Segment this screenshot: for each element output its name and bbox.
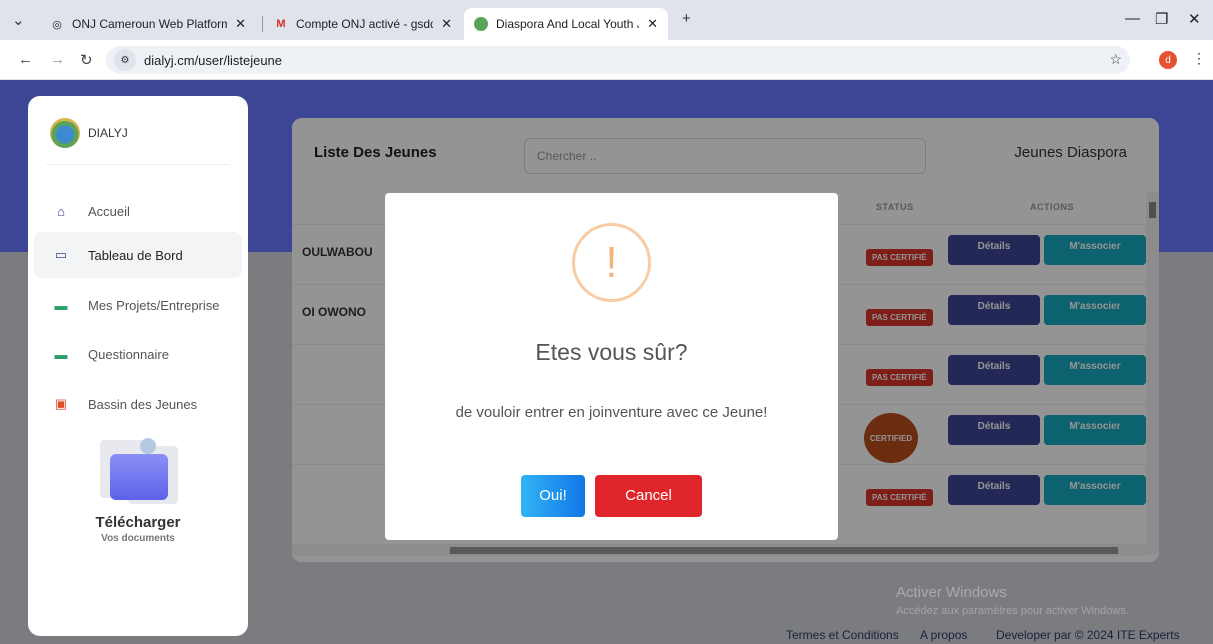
tab-title: ONJ Cameroun Web Platform	[72, 17, 228, 31]
sidebar-item-bassin[interactable]: ▣ Bassin des Jeunes	[34, 381, 242, 427]
monitor-icon: ▭	[54, 247, 68, 262]
footer-link-about[interactable]: A propos	[920, 628, 967, 642]
sidebar-item-label: Mes Projets/Entreprise	[88, 297, 220, 313]
site-icon	[474, 17, 488, 31]
url-field[interactable]: ⚙ dialyj.cm/user/listejeune ☆	[106, 46, 1130, 74]
calendar-icon: ▣	[54, 396, 68, 411]
tab-strip: ⌄ ◎ ONJ Cameroun Web Platform ✕ M Compte…	[0, 0, 1213, 40]
dialog-text: de vouloir entrer en joinventure avec ce…	[455, 404, 768, 421]
sidebar-item-tableau-de-bord[interactable]: ▭ Tableau de Bord	[34, 232, 242, 278]
site-settings-icon[interactable]: ⚙	[114, 49, 136, 71]
close-icon[interactable]: ✕	[441, 16, 452, 32]
sidebar-item-label: Accueil	[88, 203, 130, 219]
sidebar-item-label: Tableau de Bord	[88, 247, 183, 263]
divider	[46, 164, 230, 165]
bookmark-star-icon[interactable]: ☆	[1109, 51, 1122, 68]
sidebar: DIALYJ ⌂ Accueil ▭ Tableau de Bord ▬ Mes…	[28, 96, 248, 636]
upload-documents[interactable]: Télécharger Vos documents	[28, 436, 248, 544]
tab-separator	[262, 16, 263, 32]
tab-title: Diaspora And Local Youth Joint	[496, 17, 639, 31]
back-icon[interactable]: ←	[18, 51, 33, 68]
forward-icon[interactable]: →	[50, 51, 65, 68]
browser-menu-icon[interactable]: ⋮	[1192, 50, 1206, 67]
page: DIALYJ ⌂ Accueil ▭ Tableau de Bord ▬ Mes…	[0, 80, 1213, 644]
footer-credit: Developer par © 2024 ITE Experts	[996, 628, 1180, 642]
windows-watermark-title: Activer Windows	[896, 584, 1007, 601]
folder-icon	[94, 436, 182, 508]
window-close-button[interactable]: ✕	[1188, 10, 1201, 28]
sidebar-item-questionnaire[interactable]: ▬ Questionnaire	[34, 331, 242, 377]
dialog-title: Etes vous sûr?	[535, 339, 688, 365]
sidebar-item-projets[interactable]: ▬ Mes Projets/Entreprise	[34, 282, 242, 328]
gmail-icon: M	[276, 18, 286, 30]
address-bar: ← → ↻ ⚙ dialyj.cm/user/listejeune ☆	[0, 40, 1213, 80]
footer-link-terms[interactable]: Termes et Conditions	[786, 628, 899, 642]
url-text: dialyj.cm/user/listejeune	[144, 52, 283, 68]
sidebar-item-label: Questionnaire	[88, 346, 169, 362]
upload-title: Télécharger	[95, 514, 181, 531]
sidebar-item-label: Bassin des Jeunes	[88, 396, 198, 412]
tab-search-button[interactable]: ⌄	[12, 11, 25, 29]
card-icon: ▬	[54, 297, 68, 313]
tab-title: Compte ONJ activé - gsddialyj@	[296, 17, 433, 31]
cancel-button[interactable]: Cancel	[595, 475, 702, 517]
restore-button[interactable]: ❐	[1155, 10, 1168, 28]
sidebar-item-accueil[interactable]: ⌂ Accueil	[34, 188, 242, 234]
close-icon[interactable]: ✕	[235, 16, 246, 32]
warning-icon: !	[572, 223, 651, 302]
footer: Termes et Conditions A propos Developer …	[0, 626, 1213, 644]
card-icon: ▬	[54, 346, 68, 362]
confirm-button[interactable]: Oui!	[521, 475, 585, 517]
home-icon: ⌂	[57, 203, 65, 219]
logo-icon	[50, 118, 80, 148]
close-icon[interactable]: ✕	[647, 16, 658, 32]
tab-diaspora[interactable]: Diaspora And Local Youth Joint ✕	[464, 8, 668, 40]
globe-icon: ◎	[52, 18, 62, 31]
reload-icon[interactable]: ↻	[80, 51, 93, 69]
brand-name: DIALYJ	[88, 126, 128, 140]
minimize-button[interactable]: —	[1125, 10, 1140, 27]
brand[interactable]: DIALYJ	[50, 118, 128, 148]
upload-subtitle: Vos documents	[101, 533, 175, 544]
confirm-dialog: ! Etes vous sûr? de vouloir entrer en jo…	[385, 193, 838, 540]
profile-avatar[interactable]: d	[1159, 51, 1177, 69]
tab-gmail[interactable]: M Compte ONJ activé - gsddialyj@ ✕	[264, 8, 462, 40]
tab-onj[interactable]: ◎ ONJ Cameroun Web Platform ✕	[40, 8, 256, 40]
new-tab-button[interactable]: +	[682, 10, 691, 27]
windows-watermark-text: Accédez aux paramètres pour activer Wind…	[896, 605, 1129, 617]
